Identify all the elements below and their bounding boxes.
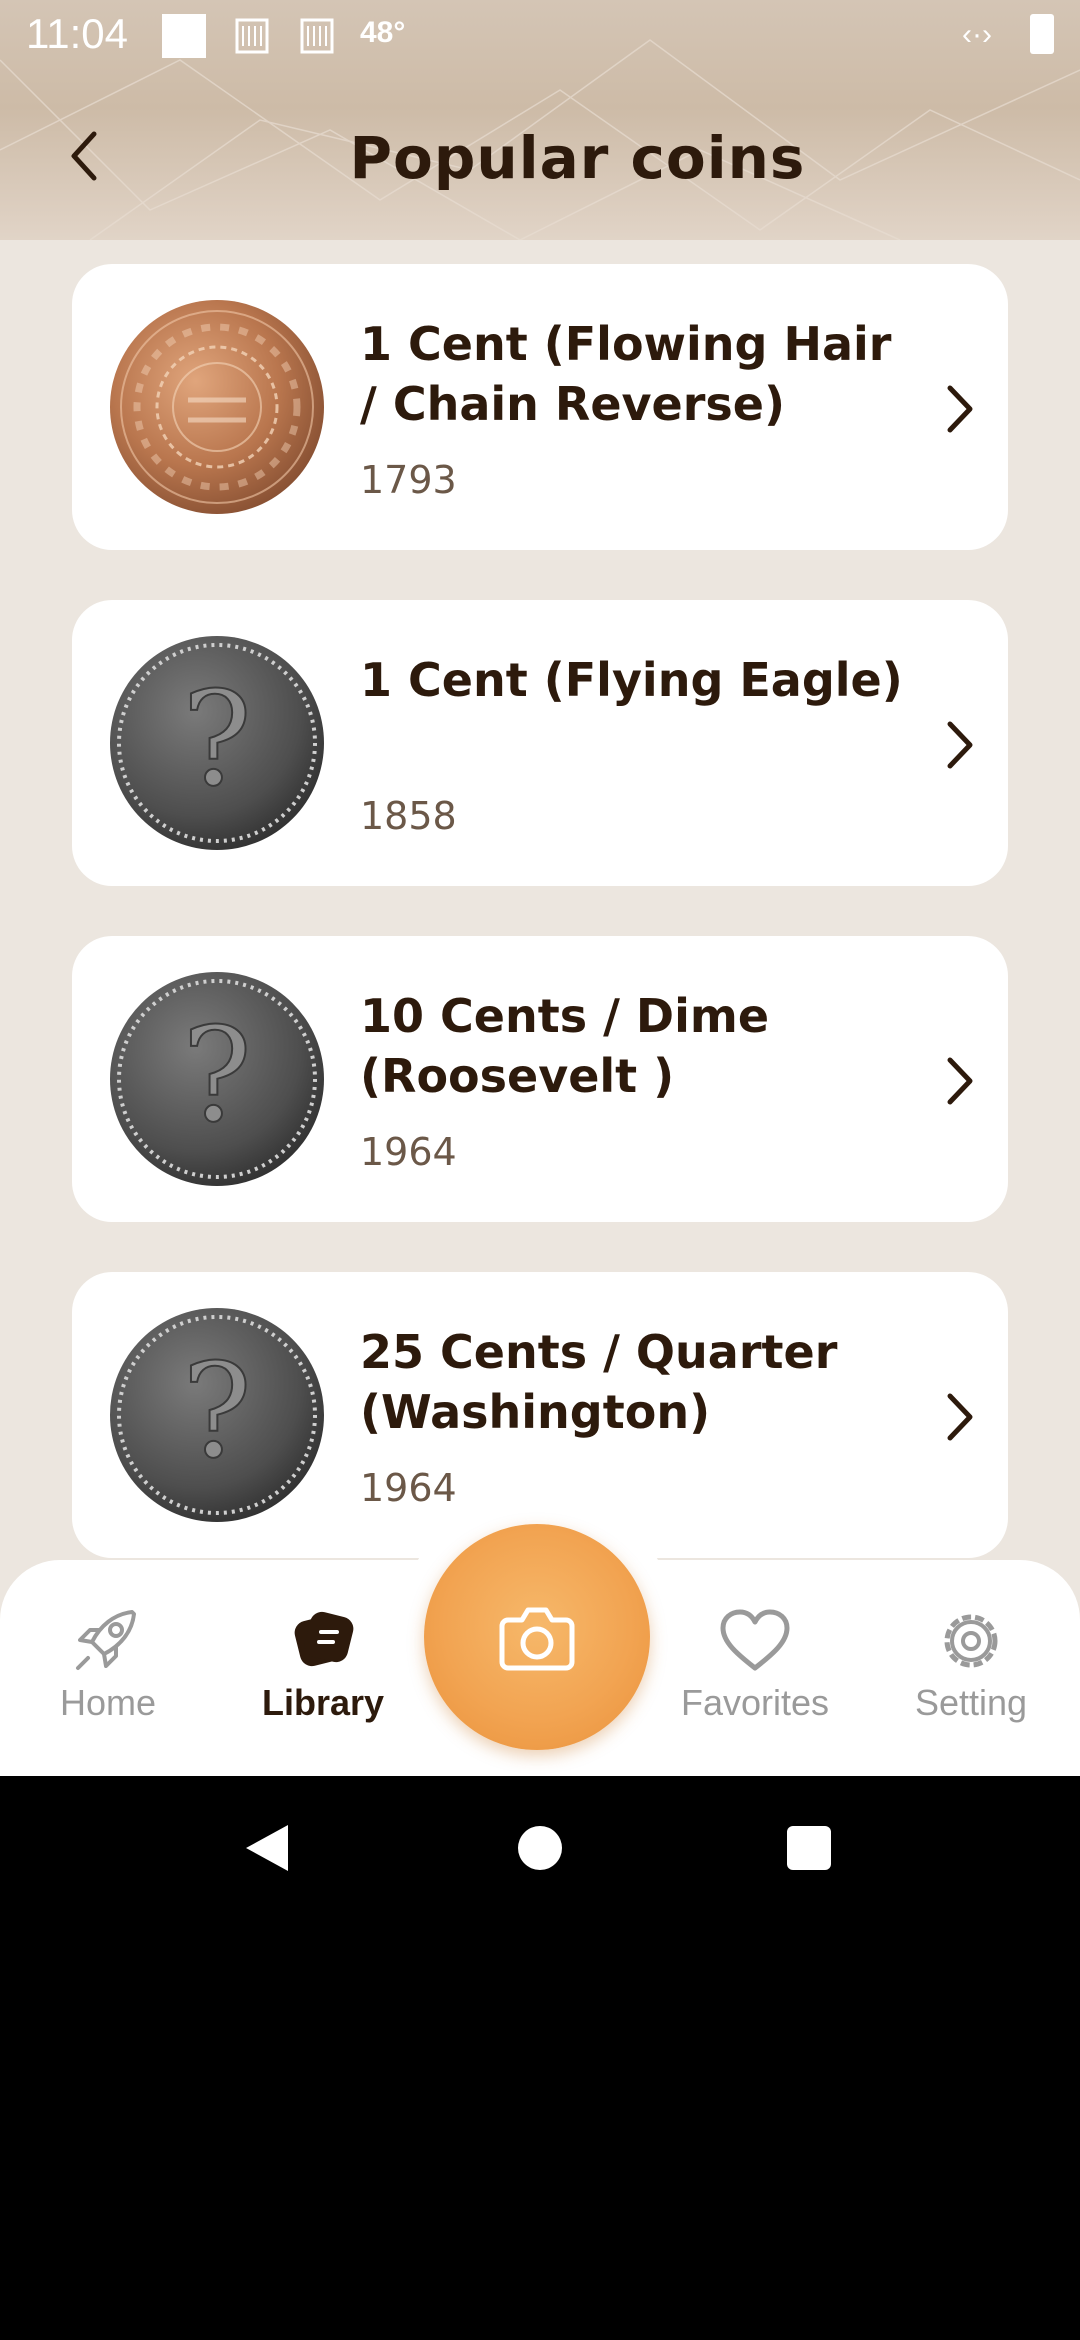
system-back-icon[interactable] bbox=[244, 1823, 290, 1873]
nav-library-label: Library bbox=[261, 1682, 385, 1723]
image-notification-icon bbox=[235, 18, 269, 54]
svg-text:?: ? bbox=[182, 999, 252, 1151]
placeholder-coin-image: ? bbox=[110, 972, 324, 1186]
nav-setting[interactable]: Setting bbox=[871, 1606, 1071, 1736]
app-screen: 11:04 48° ‹·› Popular coins 1 Cent (Flow… bbox=[0, 0, 1080, 1776]
placeholder-coin-image: ? bbox=[110, 636, 324, 850]
coin-year: 1793 bbox=[360, 458, 457, 502]
battery-icon bbox=[1030, 14, 1054, 54]
svg-text:?: ? bbox=[182, 1335, 252, 1487]
coin-year: 1964 bbox=[360, 1130, 457, 1174]
chevron-right-icon bbox=[947, 721, 973, 769]
coin-list-item[interactable]: ? 10 Cents / Dime (Roosevelt ) 1964 bbox=[72, 936, 1008, 1222]
camera-icon bbox=[499, 1607, 575, 1671]
rocket-icon bbox=[76, 1610, 136, 1670]
heart-icon bbox=[720, 1609, 790, 1671]
nav-library[interactable]: Library bbox=[223, 1606, 423, 1736]
camera-button[interactable] bbox=[424, 1524, 650, 1750]
status-temperature: 48° bbox=[360, 16, 406, 49]
copper-coin-image bbox=[110, 300, 324, 514]
svg-text:?: ? bbox=[182, 663, 252, 815]
coin-name: 1 Cent (Flowing Hair / Chain Reverse) bbox=[360, 317, 892, 431]
nav-favorites[interactable]: Favorites bbox=[655, 1606, 855, 1736]
chevron-right-icon bbox=[947, 385, 973, 433]
notification-icon bbox=[162, 14, 206, 58]
nav-setting-label: Setting bbox=[914, 1682, 1028, 1723]
status-time: 11:04 bbox=[26, 10, 128, 57]
gear-icon bbox=[944, 1614, 998, 1668]
coin-year: 1964 bbox=[360, 1466, 457, 1510]
chevron-right-icon bbox=[947, 1057, 973, 1105]
header: 11:04 48° ‹·› Popular coins bbox=[0, 0, 1080, 240]
system-recents-icon[interactable] bbox=[787, 1826, 831, 1870]
system-home-icon[interactable] bbox=[518, 1826, 562, 1870]
status-bar: 11:04 48° ‹·› bbox=[0, 0, 1080, 70]
page-title: Popular coins bbox=[349, 124, 806, 192]
coin-name: 25 Cents / Quarter (Washington) bbox=[360, 1325, 838, 1439]
placeholder-coin-image: ? bbox=[110, 1308, 324, 1522]
coin-list-item[interactable]: 1 Cent (Flowing Hair / Chain Reverse) 17… bbox=[72, 264, 1008, 550]
library-icon bbox=[294, 1611, 354, 1667]
chevron-right-icon bbox=[947, 1393, 973, 1441]
nav-favorites-label: Favorites bbox=[680, 1682, 830, 1723]
coin-list-item[interactable]: ? 1 Cent (Flying Eagle) 1858 bbox=[72, 600, 1008, 886]
coin-name: 10 Cents / Dime (Roosevelt ) bbox=[360, 989, 770, 1103]
coin-name: 1 Cent (Flying Eagle) bbox=[360, 653, 903, 707]
coin-year: 1858 bbox=[360, 794, 457, 838]
network-icon: ‹·› bbox=[962, 18, 992, 51]
nav-home-label: Home bbox=[59, 1682, 157, 1723]
image-notification-icon bbox=[300, 18, 334, 54]
nav-home[interactable]: Home bbox=[8, 1606, 208, 1736]
